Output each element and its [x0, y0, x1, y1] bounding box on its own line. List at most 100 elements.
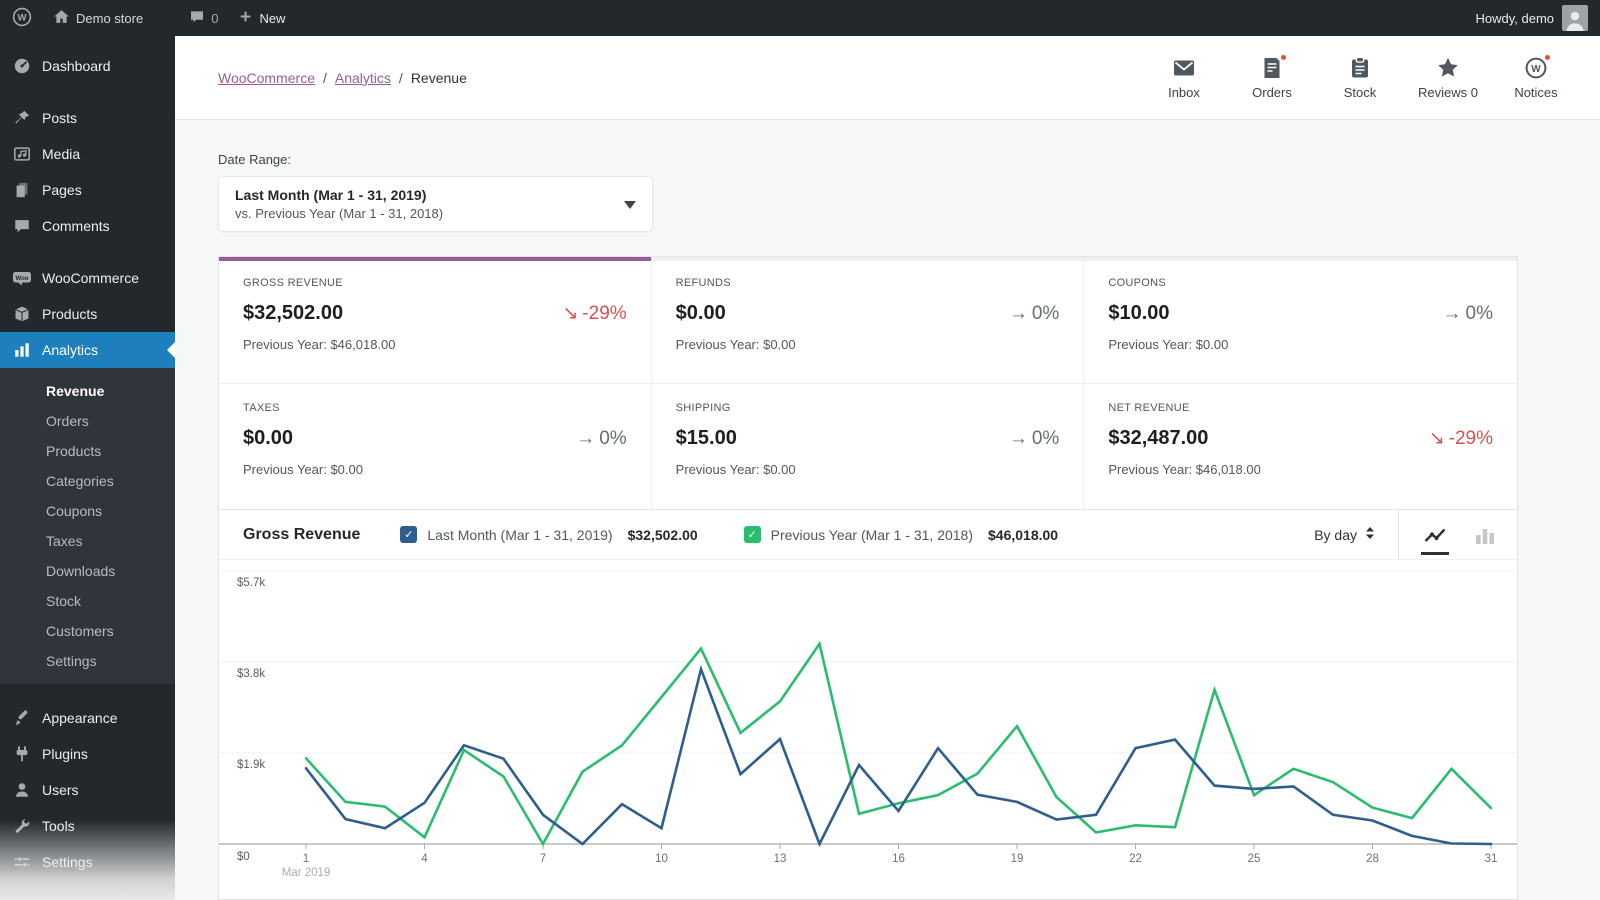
- sidebar-item-label: Comments: [42, 218, 110, 234]
- admin-bar-left: W Demo store 0 New: [0, 0, 295, 36]
- date-range-text: Last Month (Mar 1 - 31, 2019) vs. Previo…: [235, 186, 624, 222]
- trend-flat-icon: →: [1443, 303, 1462, 324]
- sidebar-item-dashboard[interactable]: Dashboard: [0, 48, 175, 84]
- summary-previous: Previous Year: $0.00: [676, 337, 1060, 352]
- sidebar-item-plugins[interactable]: Plugins: [0, 736, 175, 772]
- activity-stock-button[interactable]: Stock: [1316, 56, 1404, 100]
- submenu-item-customers[interactable]: Customers: [0, 616, 175, 646]
- summary-card-shipping[interactable]: SHIPPING $15.00 →0% Previous Year: $0.00: [652, 384, 1085, 509]
- checkbox-last-month[interactable]: [400, 526, 417, 543]
- menu-separator: [0, 684, 175, 700]
- activity-label: Stock: [1344, 85, 1377, 100]
- submenu-item-products[interactable]: Products: [0, 436, 175, 466]
- main-area: WooCommerce / Analytics / Revenue Inbox: [175, 36, 1600, 900]
- sidebar-item-products[interactable]: Products: [0, 296, 175, 332]
- submenu-item-settings[interactable]: Settings: [0, 646, 175, 676]
- svg-text:$5.7k: $5.7k: [237, 577, 265, 589]
- admin-sidebar: Dashboard Posts Media Pages Comments: [0, 36, 175, 900]
- date-range-label: Date Range:: [218, 152, 1557, 167]
- svg-text:28: 28: [1366, 853, 1379, 865]
- svg-text:Mar 2019: Mar 2019: [282, 867, 331, 879]
- revenue-chart-svg[interactable]: $0$1.9k$3.8k$5.7k1471013161922252831Mar …: [219, 560, 1517, 899]
- submenu-item-stock[interactable]: Stock: [0, 586, 175, 616]
- sidebar-item-woocommerce[interactable]: Woo WooCommerce: [0, 260, 175, 296]
- summary-label: REFUNDS: [676, 277, 1060, 289]
- analytics-bars-icon: [12, 340, 32, 360]
- user-avatar[interactable]: [1562, 5, 1588, 31]
- activity-reviews-button[interactable]: Reviews 0: [1404, 56, 1492, 100]
- summary-card-refunds[interactable]: REFUNDS $0.00 →0% Previous Year: $0.00: [652, 257, 1085, 384]
- svg-text:19: 19: [1011, 853, 1024, 865]
- revenue-chart-card: Gross Revenue Last Month (Mar 1 - 31, 20…: [218, 510, 1518, 900]
- site-name-label: Demo store: [76, 11, 143, 26]
- svg-text:25: 25: [1248, 853, 1261, 865]
- sidebar-item-posts[interactable]: Posts: [0, 100, 175, 136]
- chart-body: $0$1.9k$3.8k$5.7k1471013161922252831Mar …: [219, 560, 1517, 899]
- sidebar-item-media[interactable]: Media: [0, 136, 175, 172]
- summary-numbers: GROSS REVENUE $32,502.00 ↘-29% Previous …: [218, 256, 1518, 510]
- summary-previous: Previous Year: $0.00: [1108, 337, 1493, 352]
- submenu-item-revenue[interactable]: Revenue: [0, 376, 175, 406]
- sidebar-item-appearance[interactable]: Appearance: [0, 700, 175, 736]
- activity-panel: Inbox Orders Stock: [1140, 56, 1600, 100]
- submenu-item-downloads[interactable]: Downloads: [0, 556, 175, 586]
- comments-menu[interactable]: 0: [179, 0, 228, 36]
- activity-notices-button[interactable]: W Notices: [1492, 56, 1580, 100]
- activity-label: Inbox: [1168, 85, 1200, 100]
- summary-card-coupons[interactable]: COUPONS $10.00 →0% Previous Year: $0.00: [1084, 257, 1517, 384]
- legend-last-month[interactable]: Last Month (Mar 1 - 31, 2019) $32,502.00: [400, 526, 743, 543]
- submenu-item-orders[interactable]: Orders: [0, 406, 175, 436]
- wordpress-logo-menu[interactable]: W: [0, 0, 43, 36]
- activity-inbox-button[interactable]: Inbox: [1140, 56, 1228, 100]
- pages-icon: [12, 180, 32, 200]
- trend-flat-icon: →: [576, 428, 595, 449]
- activity-orders-button[interactable]: Orders: [1228, 56, 1316, 100]
- summary-value: $15.00: [676, 427, 737, 450]
- trend-flat-icon: →: [1009, 303, 1028, 324]
- new-content-menu[interactable]: New: [228, 0, 295, 36]
- sidebar-item-label: Tools: [42, 818, 75, 834]
- legend-previous-year[interactable]: Previous Year (Mar 1 - 31, 2018) $46,018…: [744, 526, 1104, 543]
- sidebar-item-settings[interactable]: Settings: [0, 844, 175, 880]
- submenu-item-coupons[interactable]: Coupons: [0, 496, 175, 526]
- wordpress-logo-icon: W: [12, 7, 32, 30]
- interval-select[interactable]: By day: [1314, 526, 1376, 543]
- summary-value: $32,487.00: [1108, 427, 1208, 450]
- summary-label: NET REVENUE: [1108, 402, 1493, 414]
- svg-text:31: 31: [1485, 853, 1498, 865]
- summary-label: TAXES: [243, 402, 627, 414]
- sidebar-item-label: Posts: [42, 110, 77, 126]
- sidebar-item-label: Pages: [42, 182, 82, 198]
- howdy-label[interactable]: Howdy, demo: [1475, 11, 1554, 26]
- svg-text:$3.8k: $3.8k: [237, 668, 265, 680]
- sidebar-item-tools[interactable]: Tools: [0, 808, 175, 844]
- summary-card-net-revenue[interactable]: NET REVENUE $32,487.00 ↘-29% Previous Ye…: [1084, 384, 1517, 509]
- summary-card-taxes[interactable]: TAXES $0.00 →0% Previous Year: $0.00: [219, 384, 652, 509]
- sidebar-item-label: Plugins: [42, 746, 88, 762]
- summary-previous: Previous Year: $0.00: [676, 462, 1060, 477]
- sidebar-item-label: Settings: [42, 854, 93, 870]
- notices-badge-dot: [1543, 53, 1552, 62]
- summary-card-gross-revenue[interactable]: GROSS REVENUE $32,502.00 ↘-29% Previous …: [219, 257, 652, 384]
- sidebar-item-comments[interactable]: Comments: [0, 208, 175, 244]
- svg-text:13: 13: [774, 853, 787, 865]
- site-name-menu[interactable]: Demo store: [43, 0, 157, 36]
- breadcrumb-link-analytics[interactable]: Analytics: [335, 70, 391, 86]
- menu-separator: [0, 84, 175, 100]
- sidebar-item-pages[interactable]: Pages: [0, 172, 175, 208]
- date-range-select[interactable]: Last Month (Mar 1 - 31, 2019) vs. Previo…: [218, 176, 653, 232]
- sidebar-item-label: Analytics: [42, 342, 98, 358]
- comments-icon: [12, 216, 32, 236]
- summary-previous: Previous Year: $46,018.00: [243, 337, 627, 352]
- sidebar-item-users[interactable]: Users: [0, 772, 175, 808]
- star-icon: [1436, 56, 1460, 80]
- bar-chart-icon[interactable]: [1473, 523, 1497, 547]
- submenu-item-categories[interactable]: Categories: [0, 466, 175, 496]
- breadcrumb-link-woocommerce[interactable]: WooCommerce: [218, 70, 315, 86]
- summary-previous: Previous Year: $0.00: [243, 462, 627, 477]
- submenu-item-taxes[interactable]: Taxes: [0, 526, 175, 556]
- sidebar-item-analytics[interactable]: Analytics: [0, 332, 175, 368]
- breadcrumb-separator: /: [399, 70, 403, 86]
- checkbox-previous-year[interactable]: [744, 526, 761, 543]
- line-chart-icon[interactable]: [1423, 523, 1447, 547]
